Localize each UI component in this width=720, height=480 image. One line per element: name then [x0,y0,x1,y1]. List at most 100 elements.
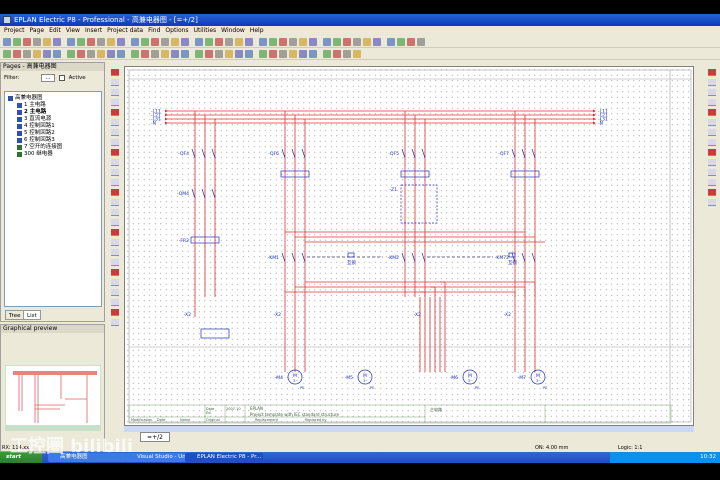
tool-icon[interactable] [111,319,119,326]
toolbar-icon[interactable] [245,49,253,58]
toolbar-icon[interactable] [67,37,75,46]
tab-list[interactable]: List [23,310,41,320]
tool-icon[interactable] [111,79,119,86]
device-tag[interactable]: -KM72 [495,255,509,261]
toolbar-icon[interactable] [299,49,307,58]
schematic-canvas[interactable]: -L11 -L11 -L21 -L21 -L31 -L31 -N -N -QF4 -QF6 -QF5… [124,66,694,426]
device-tag[interactable]: -KM2 [388,255,399,261]
toolbar-icon[interactable] [309,49,317,58]
toolbar-icon[interactable] [269,49,277,58]
tool-icon[interactable] [708,89,716,96]
toolbar-icon[interactable] [235,37,243,46]
tree-page-item[interactable]: 4 控制回路1 [5,123,101,130]
toolbar-icon[interactable] [323,49,331,58]
device-tag[interactable]: -X2 [504,312,511,318]
tool-icon[interactable] [111,279,119,286]
device-tag[interactable]: -FR2 [179,238,189,244]
menu-window[interactable]: Window [221,26,245,36]
tree-page-item[interactable]: 300 继电器 [5,151,101,158]
toolbar-icon[interactable] [299,37,307,46]
toolbar-icon[interactable] [13,37,21,46]
menu-find[interactable]: Find [148,26,160,36]
toolbar-icon[interactable] [353,37,361,46]
tool-icon[interactable] [111,179,119,186]
device-tag[interactable]: -X2 [274,312,281,318]
toolbar-icon[interactable] [195,49,203,58]
toolbar-icon[interactable] [417,37,425,46]
tool-icon[interactable] [111,239,119,246]
tool-icon[interactable] [111,199,119,206]
toolbar-icon[interactable] [33,37,41,46]
tool-icon[interactable] [111,249,119,256]
toolbar-icon[interactable] [161,49,169,58]
device-tag[interactable]: -QF6 [268,151,279,157]
device-tag[interactable]: -M7 [518,375,527,381]
tool-icon[interactable] [111,139,119,146]
tree-page-item[interactable]: 6 控制回路3 [5,137,101,144]
tool-icon[interactable] [708,179,716,186]
tool-icon[interactable] [111,209,119,216]
tool-icon[interactable] [111,259,119,266]
device-tag[interactable]: -Z1 [389,187,397,193]
device-tag[interactable]: -X2 [414,312,421,318]
toolbar-icon[interactable] [343,37,351,46]
tree-page-item[interactable]: 7 空开的连接图 [5,144,101,151]
device-tag[interactable]: -QF5 [388,151,399,157]
toolbar-icon[interactable] [171,37,179,46]
tree-page-item[interactable]: 1 主电路 [5,102,101,109]
toolbar-icon[interactable] [33,49,41,58]
toolbar-icon[interactable] [195,37,203,46]
device-tag[interactable]: -QF4 [178,151,189,157]
toolbar-icon[interactable] [53,49,61,58]
toolbar-icon[interactable] [117,37,125,46]
tool-icon[interactable] [708,79,716,86]
active-checkbox[interactable] [58,75,65,81]
tool-icon[interactable] [708,199,716,206]
menu-project-data[interactable]: Project data [107,26,143,36]
toolbar-icon[interactable] [77,37,85,46]
menu-project[interactable]: Project [4,26,25,36]
toolbar-icon[interactable] [235,49,243,58]
tool-icon[interactable] [111,299,119,306]
toolbar-icon[interactable] [363,37,371,46]
toolbar-icon[interactable] [215,49,223,58]
menu-help[interactable]: Help [250,26,264,36]
toolbar-icon[interactable] [87,37,95,46]
tool-icon[interactable] [111,109,119,116]
toolbar-icon[interactable] [279,37,287,46]
toolbar-icon[interactable] [373,37,381,46]
toolbar-icon[interactable] [333,37,341,46]
tool-icon[interactable] [111,89,119,96]
toolbar-icon[interactable] [259,49,267,58]
tool-icon[interactable] [708,139,716,146]
toolbar-icon[interactable] [215,37,223,46]
device-tag[interactable]: -QF7 [498,151,509,157]
tool-icon[interactable] [708,189,716,196]
tool-icon[interactable] [708,149,716,156]
menu-insert[interactable]: Insert [85,26,102,36]
terminal-block[interactable] [200,328,230,339]
toolbar-icon[interactable] [53,37,61,46]
toolbar-icon[interactable] [77,49,85,58]
tool-icon[interactable] [111,149,119,156]
tool-icon[interactable] [111,99,119,106]
tool-icon[interactable] [111,129,119,136]
tool-icon[interactable] [708,69,716,76]
device-tag[interactable]: -QM4 [177,191,189,197]
toolbar-icon[interactable] [269,37,277,46]
device-tag[interactable]: -M4 [275,375,284,381]
tree-page-item[interactable]: 2 主电路 [5,109,101,116]
tool-icon[interactable] [708,159,716,166]
toolbar-icon[interactable] [117,49,125,58]
tool-icon[interactable] [111,159,119,166]
filter-box[interactable] [400,184,438,224]
tool-icon[interactable] [708,169,716,176]
menu-options[interactable]: Options [165,26,188,36]
tool-icon[interactable] [708,129,716,136]
tool-icon[interactable] [111,189,119,196]
toolbar-icon[interactable] [397,37,405,46]
toolbar-icon[interactable] [181,49,189,58]
tool-icon[interactable] [111,309,119,316]
tree-page-item[interactable]: 5 控制回路2 [5,130,101,137]
toolbar-icon[interactable] [245,37,253,46]
